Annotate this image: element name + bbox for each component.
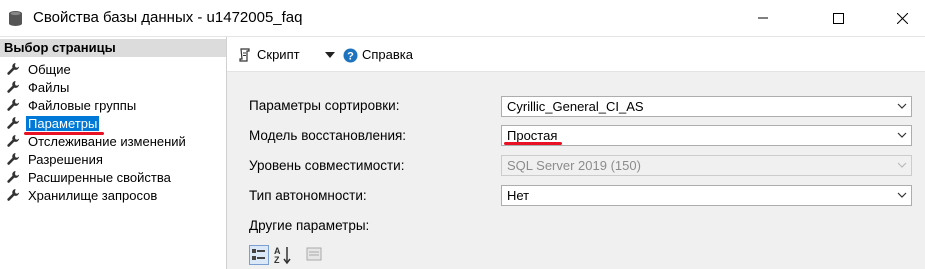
categorized-icon <box>252 249 265 260</box>
wrench-icon <box>6 116 20 130</box>
page-selector-header: Выбор страницы <box>0 39 226 57</box>
collation-value: Cyrillic_General_CI_AS <box>507 99 644 114</box>
page-selector-panel: Выбор страницы Общие Файлы Файловые груп… <box>0 37 227 269</box>
sidebar-item-change-tracking[interactable]: Отслеживание изменений <box>6 133 188 151</box>
recovery-model-select[interactable]: Простая <box>501 125 912 146</box>
sidebar-item-general[interactable]: Общие <box>6 61 73 79</box>
collation-select[interactable]: Cyrillic_General_CI_AS <box>501 96 912 117</box>
svg-text:?: ? <box>347 50 354 62</box>
toolbar: Скрипт ? Справка <box>227 37 925 72</box>
other-options-label: Другие параметры: <box>249 218 370 233</box>
wrench-icon <box>6 134 20 148</box>
collation-label: Параметры сортировки: <box>249 98 400 113</box>
chevron-down-icon <box>897 132 907 138</box>
minimize-button[interactable] <box>740 0 786 36</box>
annotation-underline <box>504 142 562 145</box>
help-icon: ? <box>343 48 358 62</box>
sidebar-item-label: Параметры <box>26 116 100 131</box>
sidebar-item-label: Файловые группы <box>28 98 137 113</box>
sidebar-item-label: Разрешения <box>28 152 103 167</box>
sidebar-item-options[interactable]: Параметры <box>6 115 100 133</box>
containment-value: Нет <box>507 188 530 203</box>
containment-select[interactable]: Нет <box>501 185 912 206</box>
wrench-icon <box>6 170 20 184</box>
wrench-icon <box>6 98 20 112</box>
sidebar-item-extended-properties[interactable]: Расширенные свойства <box>6 169 173 187</box>
sidebar-item-permissions[interactable]: Разрешения <box>6 151 105 169</box>
dropdown-arrow-icon <box>325 52 335 58</box>
sidebar-item-files[interactable]: Файлы <box>6 79 71 97</box>
alphabetical-view-button[interactable]: A Z <box>273 245 293 265</box>
sidebar-item-label: Файлы <box>28 80 70 95</box>
wrench-icon <box>6 62 20 76</box>
close-button[interactable] <box>879 0 925 36</box>
compat-level-select: SQL Server 2019 (150) <box>501 155 912 176</box>
title-bar: Свойства базы данных - u1472005_faq <box>0 0 925 37</box>
database-icon <box>7 10 24 27</box>
sidebar-item-label: Отслеживание изменений <box>28 134 186 149</box>
sidebar-item-label: Хранилище запросов <box>28 188 158 203</box>
close-icon <box>896 12 908 24</box>
compat-level-value: SQL Server 2019 (150) <box>507 158 641 173</box>
wrench-icon <box>6 188 20 202</box>
wrench-icon <box>6 80 20 94</box>
script-button-label: Скрипт <box>257 47 300 62</box>
compat-level-label: Уровень совместимости: <box>249 158 405 173</box>
window-title: Свойства базы данных - u1472005_faq <box>33 9 303 26</box>
property-pages-icon <box>306 247 322 261</box>
sort-az-icon: A Z <box>274 246 291 265</box>
minimize-icon <box>758 17 768 19</box>
sidebar-item-filegroups[interactable]: Файловые группы <box>6 97 138 115</box>
help-button-label: Справка <box>362 47 413 62</box>
sidebar-item-query-store[interactable]: Хранилище запросов <box>6 187 159 205</box>
containment-label: Тип автономности: <box>249 188 367 203</box>
script-icon <box>239 48 250 62</box>
sidebar-item-label: Общие <box>28 62 71 77</box>
recovery-model-label: Модель восстановления: <box>249 128 407 143</box>
chevron-down-icon <box>897 162 907 168</box>
maximize-icon <box>832 12 844 24</box>
script-button[interactable]: Скрипт <box>237 46 300 64</box>
categorized-view-button[interactable] <box>249 245 269 265</box>
sidebar-item-label: Расширенные свойства <box>28 170 171 185</box>
property-pages-button <box>305 245 325 265</box>
chevron-down-icon <box>897 103 907 109</box>
chevron-down-icon <box>897 192 907 198</box>
options-content: Параметры сортировки: Cyrillic_General_C… <box>227 72 925 269</box>
svg-text:Z: Z <box>274 255 280 265</box>
maximize-button[interactable] <box>815 0 861 36</box>
help-button[interactable]: ? Справка <box>325 46 413 64</box>
wrench-icon <box>6 152 20 166</box>
